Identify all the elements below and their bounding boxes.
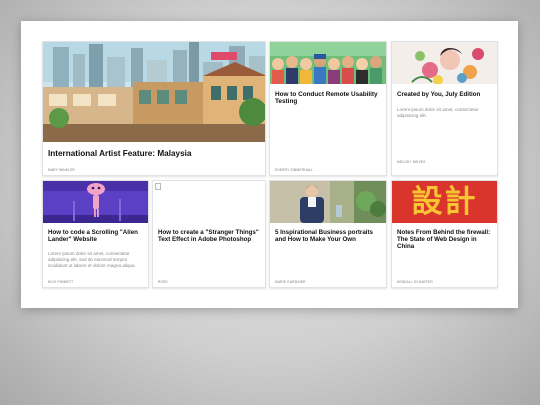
- article-author[interactable]: Marie Gardiner: [275, 280, 306, 284]
- article-author[interactable]: Sherry Zimmerhall: [275, 168, 313, 172]
- broken-image: [153, 181, 265, 223]
- broken-image-icon: [155, 183, 161, 190]
- article-title[interactable]: How to code a Scrolling "Alien Lander" W…: [48, 229, 143, 243]
- avatars-illustration: [270, 42, 386, 84]
- article-author[interactable]: Kendall Schaefer: [397, 280, 433, 284]
- article-author[interactable]: Melody Nieves: [397, 160, 426, 164]
- article-title[interactable]: Created by You, July Edition: [397, 91, 492, 98]
- article-title[interactable]: How to Conduct Remote Usability Testing: [275, 91, 381, 106]
- article-title[interactable]: International Artist Feature: Malaysia: [48, 149, 260, 158]
- article-card-alien-lander[interactable]: How to code a Scrolling "Alien Lander" W…: [42, 180, 149, 288]
- article-excerpt: Lorem ipsum dolor sit amet, consectetur …: [397, 107, 479, 119]
- article-author[interactable]: Nick Pimmett: [48, 280, 73, 284]
- article-card-business-portraits[interactable]: 5 Inspirational Business portraits and H…: [269, 180, 387, 288]
- alien-illustration: [43, 181, 148, 223]
- article-card-web-design-china[interactable]: 設計 Notes From Behind the firewall: The S…: [391, 180, 498, 288]
- article-title[interactable]: 5 Inspirational Business portraits and H…: [275, 229, 381, 243]
- chinese-characters-image: 設計: [392, 181, 497, 223]
- article-grid: International Artist Feature: Malaysia M…: [21, 21, 518, 308]
- article-card-malaysia[interactable]: International Artist Feature: Malaysia M…: [42, 41, 266, 176]
- chinese-characters-text: 設計: [411, 183, 478, 220]
- article-title[interactable]: Notes From Behind the firewall: The Stat…: [397, 229, 492, 250]
- article-card-stranger-things[interactable]: How to create a "Stranger Things" Text E…: [152, 180, 266, 288]
- portrait-photo: [270, 181, 386, 223]
- article-excerpt: Lorem ipsum dolor sit amet, consectetur …: [48, 251, 136, 269]
- article-card-usability[interactable]: How to Conduct Remote Usability Testing …: [269, 41, 387, 176]
- article-card-created-by-you[interactable]: Created by You, July Edition Lorem ipsum…: [391, 41, 498, 176]
- article-title[interactable]: How to create a "Stranger Things" Text E…: [158, 229, 260, 243]
- city-illustration: [43, 42, 265, 142]
- floral-illustration: [392, 42, 497, 84]
- article-author[interactable]: Rose: [158, 280, 168, 284]
- article-author[interactable]: Mary Winkler: [48, 168, 75, 172]
